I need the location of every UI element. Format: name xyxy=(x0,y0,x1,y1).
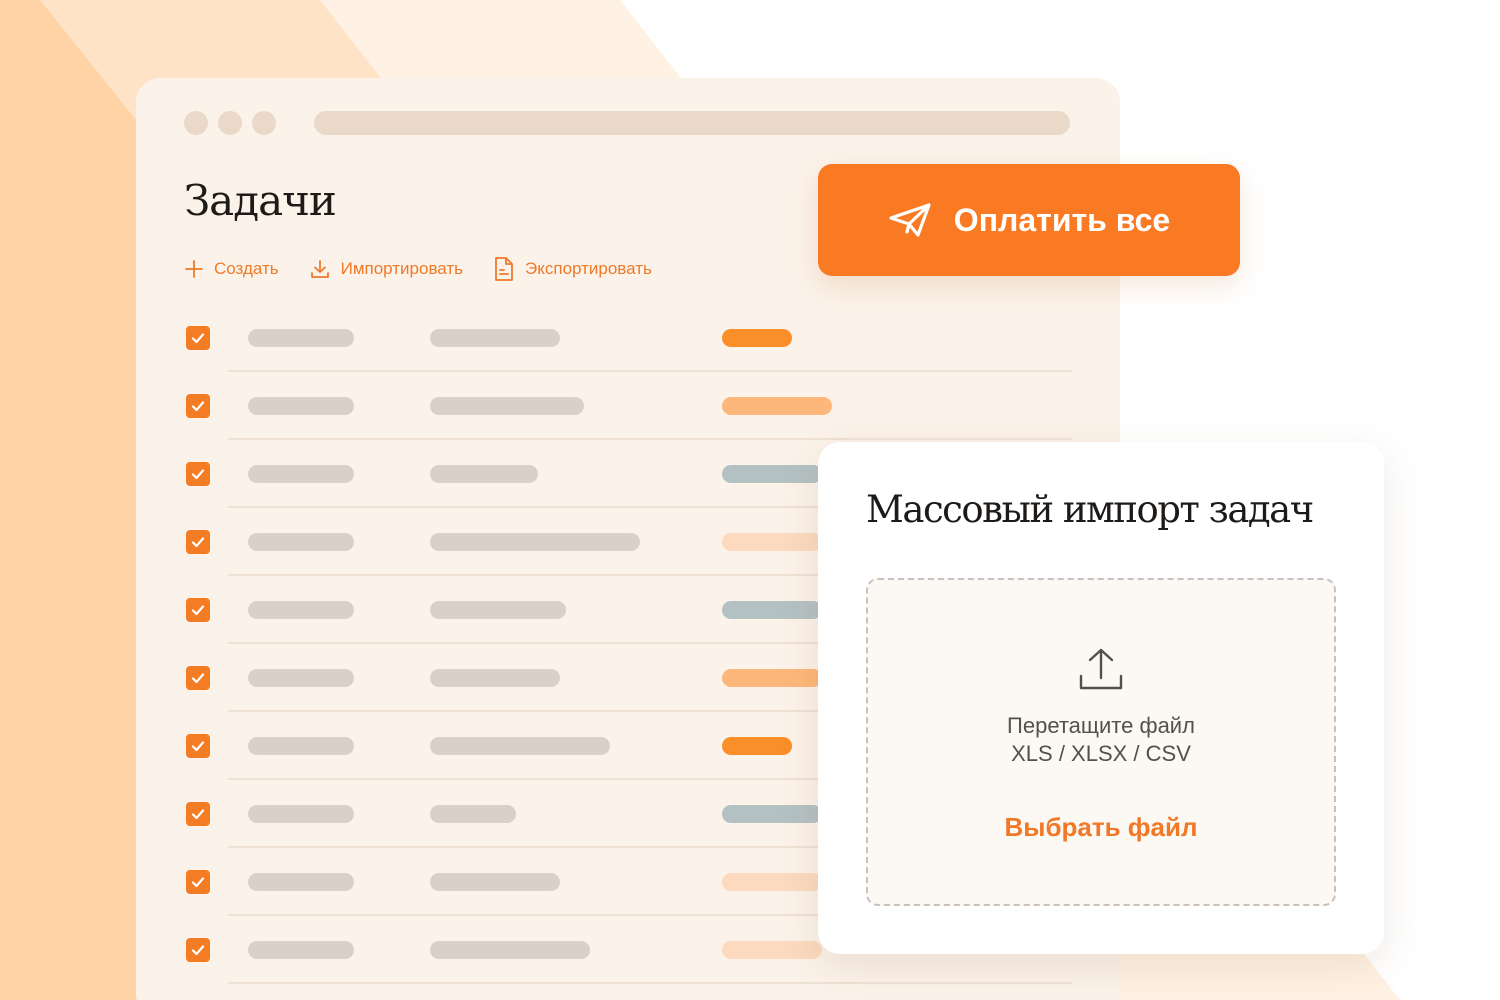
checkmark-icon xyxy=(191,809,205,820)
checkmark-icon xyxy=(191,605,205,616)
checkmark-icon xyxy=(191,537,205,548)
drop-hint: Перетащите файл XLS / XLSX / CSV xyxy=(868,712,1334,768)
row-checkbox[interactable] xyxy=(186,802,210,826)
row-detail-placeholder xyxy=(430,669,560,687)
row-checkbox[interactable] xyxy=(186,734,210,758)
import-label: Импортировать xyxy=(340,259,464,278)
pay-all-label: Оплатить все xyxy=(953,201,1171,238)
table-row[interactable] xyxy=(136,304,1120,372)
import-title: Массовый импорт задач xyxy=(866,488,1314,531)
row-status-badge xyxy=(722,805,822,823)
row-status-badge xyxy=(722,873,822,891)
row-detail-placeholder xyxy=(430,873,560,891)
export-label: Экспортировать xyxy=(525,259,652,278)
row-name-placeholder xyxy=(248,737,354,755)
row-status-badge xyxy=(722,737,792,755)
checkmark-icon xyxy=(191,673,205,684)
checkmark-icon xyxy=(191,945,205,956)
row-checkbox[interactable] xyxy=(186,870,210,894)
row-checkbox[interactable] xyxy=(186,938,210,962)
choose-file-link[interactable]: Выбрать файл xyxy=(868,812,1334,843)
window-dot[interactable] xyxy=(218,111,242,135)
page-title: Задачи xyxy=(184,176,337,225)
row-detail-placeholder xyxy=(430,737,610,755)
row-name-placeholder xyxy=(248,329,354,347)
create-button[interactable]: Создать xyxy=(184,259,279,279)
plus-icon xyxy=(185,260,203,278)
file-dropzone[interactable]: Перетащите файл XLS / XLSX / CSV Выбрать… xyxy=(866,578,1336,906)
row-status-badge xyxy=(722,669,822,687)
create-label: Создать xyxy=(214,259,279,278)
row-detail-placeholder xyxy=(430,397,584,415)
row-checkbox[interactable] xyxy=(186,598,210,622)
window-dot[interactable] xyxy=(184,111,208,135)
row-name-placeholder xyxy=(248,805,354,823)
row-detail-placeholder xyxy=(430,533,640,551)
row-detail-placeholder xyxy=(430,805,516,823)
row-checkbox[interactable] xyxy=(186,530,210,554)
import-button[interactable]: Импортировать xyxy=(309,258,463,280)
checkmark-icon xyxy=(191,401,205,412)
checkmark-icon xyxy=(191,741,205,752)
row-name-placeholder xyxy=(248,465,354,483)
paper-plane-icon xyxy=(889,203,931,237)
table-row[interactable] xyxy=(136,372,1120,440)
row-name-placeholder xyxy=(248,873,354,891)
row-name-placeholder xyxy=(248,669,354,687)
row-detail-placeholder xyxy=(430,941,590,959)
export-button[interactable]: Экспортировать xyxy=(493,256,652,282)
row-status-badge xyxy=(722,329,792,347)
row-checkbox[interactable] xyxy=(186,326,210,350)
toolbar: Создать Импортировать Экспортировать xyxy=(184,256,682,282)
row-status-badge xyxy=(722,601,822,619)
pay-all-button[interactable]: Оплатить все xyxy=(818,164,1240,276)
file-icon xyxy=(495,257,513,281)
checkmark-icon xyxy=(191,333,205,344)
address-bar[interactable] xyxy=(314,111,1070,135)
row-checkbox[interactable] xyxy=(186,462,210,486)
row-checkbox[interactable] xyxy=(186,666,210,690)
row-status-badge xyxy=(722,941,822,959)
bulk-import-panel: Массовый импорт задач Перетащите файл XL… xyxy=(818,442,1384,954)
row-detail-placeholder xyxy=(430,329,560,347)
row-status-badge xyxy=(722,533,822,551)
row-checkbox[interactable] xyxy=(186,394,210,418)
window-dot[interactable] xyxy=(252,111,276,135)
window-controls xyxy=(184,111,276,135)
row-name-placeholder xyxy=(248,601,354,619)
row-name-placeholder xyxy=(248,397,354,415)
drop-hint-formats: XLS / XLSX / CSV xyxy=(1011,741,1191,766)
row-name-placeholder xyxy=(248,941,354,959)
row-status-badge xyxy=(722,465,822,483)
upload-icon xyxy=(1079,648,1123,690)
row-detail-placeholder xyxy=(430,465,538,483)
checkmark-icon xyxy=(191,877,205,888)
checkmark-icon xyxy=(191,469,205,480)
download-icon xyxy=(310,260,329,278)
row-name-placeholder xyxy=(248,533,354,551)
row-detail-placeholder xyxy=(430,601,566,619)
row-status-badge xyxy=(722,397,832,415)
drop-hint-line1: Перетащите файл xyxy=(1007,713,1195,738)
row-divider xyxy=(228,982,1072,984)
